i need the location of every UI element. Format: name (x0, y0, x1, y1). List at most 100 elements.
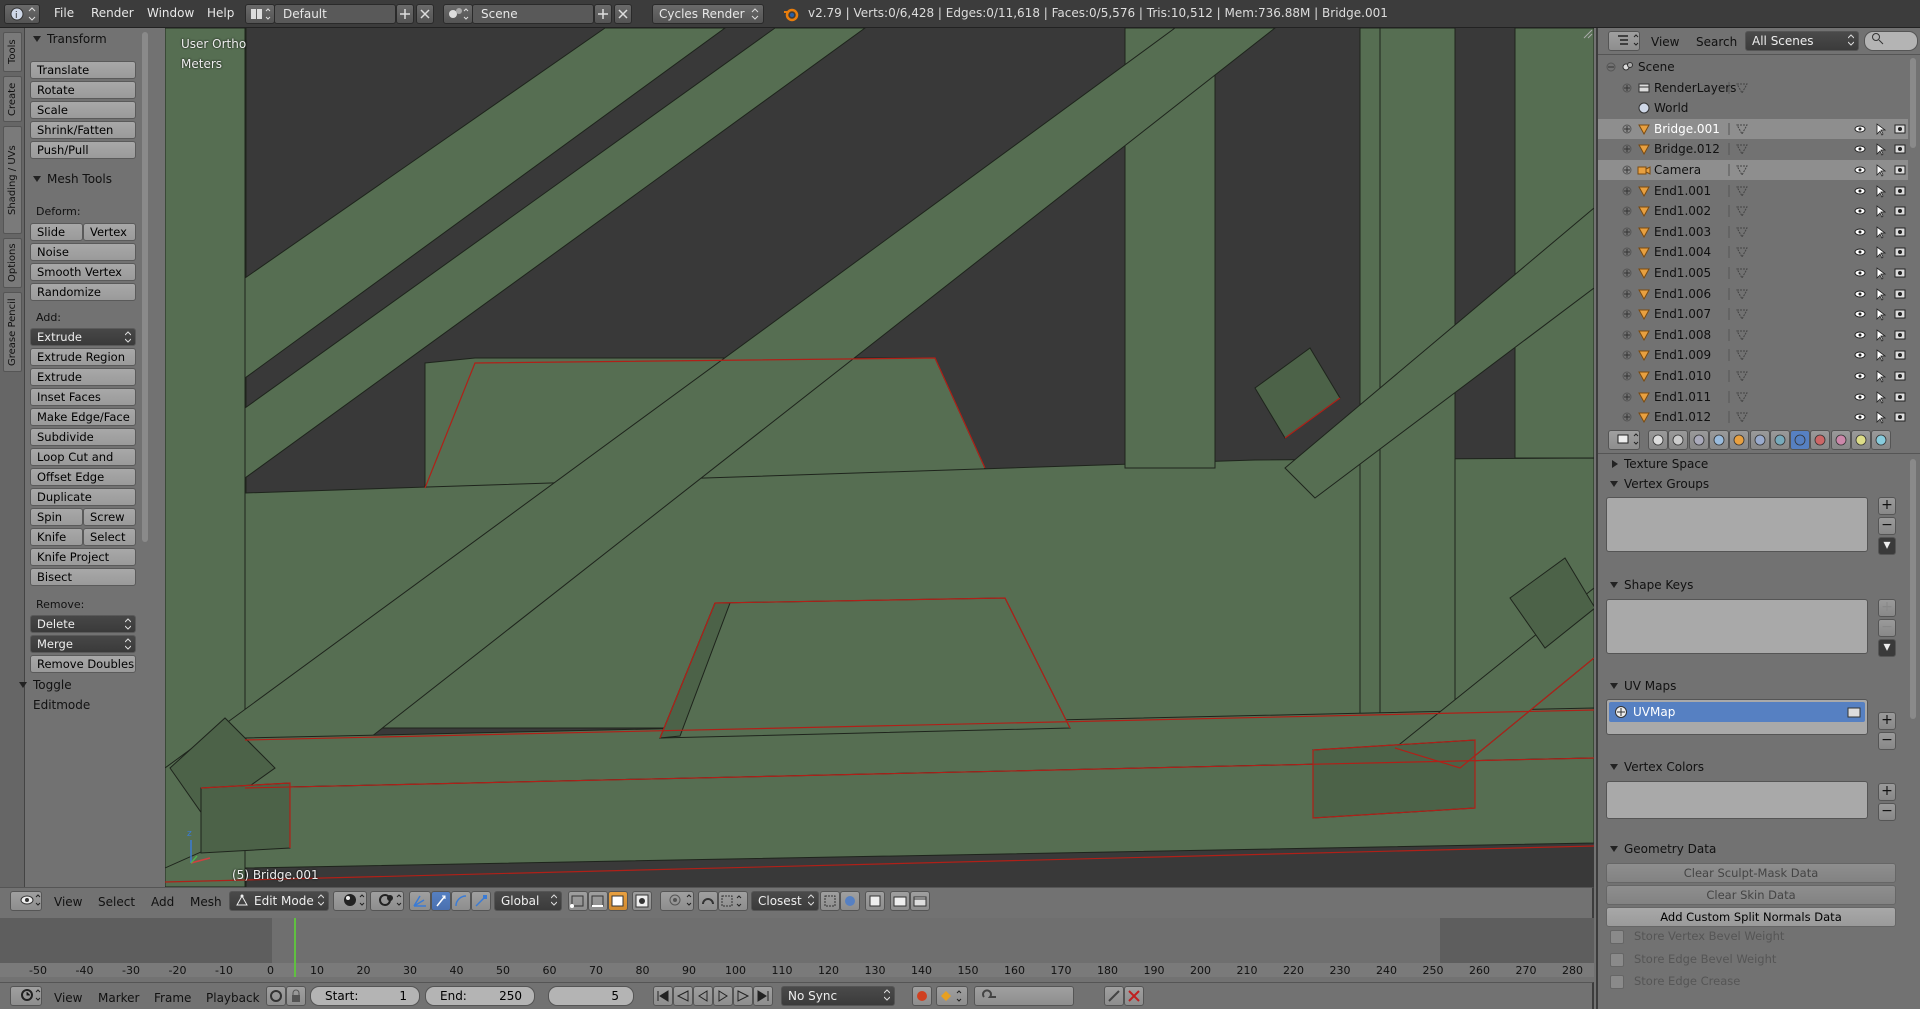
menu-file[interactable]: File (54, 6, 74, 20)
scale-button[interactable]: Scale (30, 101, 136, 119)
object-tab-icon[interactable] (1729, 430, 1750, 450)
selectability-cursor-icon[interactable] (1873, 410, 1887, 424)
translate-manipulator-icon[interactable] (431, 891, 451, 911)
screen-layout-field[interactable]: Default (274, 4, 396, 24)
outliner-row[interactable]: Camera (1598, 160, 1908, 180)
menu-mesh[interactable]: Mesh (190, 895, 222, 909)
outliner-search-input[interactable] (1864, 31, 1918, 51)
remove-screen-icon[interactable] (416, 4, 434, 24)
prev-keyframe-icon[interactable] (673, 986, 693, 1006)
editor-type-properties-icon[interactable] (1608, 430, 1640, 450)
proportional-edit-icon[interactable] (660, 891, 694, 911)
store-edge-bevel-checkbox[interactable]: Store Edge Bevel Weight (1610, 952, 1776, 967)
outliner-row-label[interactable]: Bridge.001 (1654, 119, 1720, 139)
subdivide-button[interactable]: Subdivide (30, 428, 136, 446)
object-data-icon[interactable] (1727, 163, 1753, 177)
expand-toggle-icon[interactable] (1622, 308, 1632, 320)
outliner-row[interactable]: End1.007 (1598, 304, 1908, 324)
uv-maps-panel-header[interactable]: UV Maps (1610, 679, 1676, 693)
modifiers-tab-icon[interactable] (1769, 430, 1790, 450)
renderability-camera-icon[interactable] (1893, 122, 1907, 136)
world-tab-icon[interactable] (1708, 430, 1729, 450)
edge-select-icon[interactable] (588, 891, 608, 911)
outliner-row-label[interactable]: End1.008 (1654, 325, 1711, 345)
outliner-row[interactable]: End1.005 (1598, 263, 1908, 283)
outliner-row-label[interactable]: Scene (1638, 57, 1675, 77)
outliner-row-label[interactable]: End1.007 (1654, 304, 1711, 324)
renderability-camera-icon[interactable] (1893, 184, 1907, 198)
start-frame-field[interactable]: Start: 1 (310, 986, 420, 1006)
noise-button[interactable]: Noise (30, 243, 136, 261)
keying-set-field[interactable] (974, 986, 1074, 1006)
object-data-icon[interactable] (1727, 287, 1753, 301)
outliner-row[interactable]: End1.001 (1598, 181, 1908, 201)
visibility-eye-icon[interactable] (1853, 245, 1867, 259)
renderability-camera-icon[interactable] (1893, 225, 1907, 239)
render-preview-icon[interactable] (890, 891, 910, 911)
particles-tab-icon[interactable] (1851, 430, 1871, 450)
slide-edge-button[interactable]: Slide Ed (30, 223, 83, 255)
translate-button[interactable]: Translate (30, 61, 136, 79)
viewport-corner-handle[interactable] (1582, 28, 1594, 40)
renderability-camera-icon[interactable] (1893, 369, 1907, 383)
visibility-eye-icon[interactable] (1853, 410, 1867, 424)
add-vertex-group-icon[interactable]: + (1878, 497, 1896, 515)
timeline-menu-frame[interactable]: Frame (154, 991, 191, 1005)
outliner-menu-search[interactable]: Search (1696, 35, 1737, 49)
data-tab-icon[interactable] (1790, 430, 1811, 450)
vertex-colors-list[interactable] (1606, 781, 1868, 819)
object-data-icon[interactable] (1727, 184, 1753, 198)
make-edge-face-button[interactable]: Make Edge/Face (30, 408, 136, 426)
outliner-row-label[interactable]: End1.004 (1654, 242, 1711, 262)
object-data-icon[interactable] (1727, 204, 1753, 218)
object-data-icon[interactable] (1727, 328, 1753, 342)
object-data-icon[interactable] (1727, 81, 1753, 95)
add-vertex-color-icon[interactable]: + (1878, 783, 1896, 801)
offset-edge-slide-button[interactable]: Offset Edge Slide (30, 468, 136, 500)
timeline-menu-marker[interactable]: Marker (98, 991, 139, 1005)
vertex-colors-panel-header[interactable]: Vertex Colors (1610, 760, 1704, 774)
spin-button[interactable]: Spin (30, 508, 83, 526)
expand-toggle-icon[interactable] (1622, 205, 1632, 217)
selectability-cursor-icon[interactable] (1873, 122, 1887, 136)
outliner-row[interactable]: End1.011 (1598, 387, 1908, 407)
outliner-row[interactable]: RenderLayers (1598, 78, 1908, 98)
menu-select[interactable]: Select (98, 895, 135, 909)
expand-toggle-icon[interactable] (1622, 288, 1632, 300)
knife-button[interactable]: Knife (30, 528, 83, 546)
slide-vertex-button[interactable]: Vertex (83, 223, 136, 241)
expand-toggle-icon[interactable] (1622, 329, 1632, 341)
object-data-icon[interactable] (1727, 307, 1753, 321)
outliner-row[interactable]: End1.009 (1598, 345, 1908, 365)
outliner-row-label[interactable]: End1.001 (1654, 181, 1711, 201)
menu-help[interactable]: Help (207, 6, 234, 20)
menu-render[interactable]: Render (91, 6, 134, 20)
transform-panel-header[interactable]: Transform (25, 29, 140, 49)
expand-toggle-icon[interactable] (1622, 123, 1632, 135)
timeline-menu-playback[interactable]: Playback (206, 991, 260, 1005)
renderability-camera-icon[interactable] (1893, 266, 1907, 280)
object-data-icon[interactable] (1727, 369, 1753, 383)
scene-field[interactable]: Scene (472, 4, 594, 24)
manipulator-toggle-icon[interactable] (409, 891, 431, 911)
selectability-cursor-icon[interactable] (1873, 348, 1887, 363)
render-layers-tab-icon[interactable] (1668, 430, 1689, 450)
screw-button[interactable]: Screw (83, 508, 136, 526)
selectability-cursor-icon[interactable] (1873, 287, 1887, 301)
play-icon[interactable] (713, 986, 733, 1006)
menu-add[interactable]: Add (151, 895, 174, 909)
shape-key-specials-icon[interactable]: ▾ (1878, 639, 1896, 657)
limit-selection-icon[interactable] (632, 891, 652, 911)
add-screen-icon[interactable] (396, 4, 414, 24)
expand-toggle-icon[interactable] (1622, 267, 1632, 279)
screen-layout-icon[interactable] (245, 4, 275, 24)
outliner-row-label[interactable]: End1.005 (1654, 263, 1711, 283)
editor-type-outliner-icon[interactable] (1608, 31, 1640, 51)
randomize-button[interactable]: Randomize (30, 283, 136, 301)
delete-dropdown[interactable]: Delete (30, 615, 136, 633)
outliner-row-label[interactable]: Bridge.012 (1654, 139, 1720, 159)
expand-toggle-icon[interactable] (1622, 226, 1632, 238)
selectability-cursor-icon[interactable] (1873, 225, 1887, 239)
3d-viewport[interactable]: z User Ortho Meters (5) Bridge.001 (165, 28, 1594, 887)
renderability-camera-icon[interactable] (1893, 410, 1907, 424)
